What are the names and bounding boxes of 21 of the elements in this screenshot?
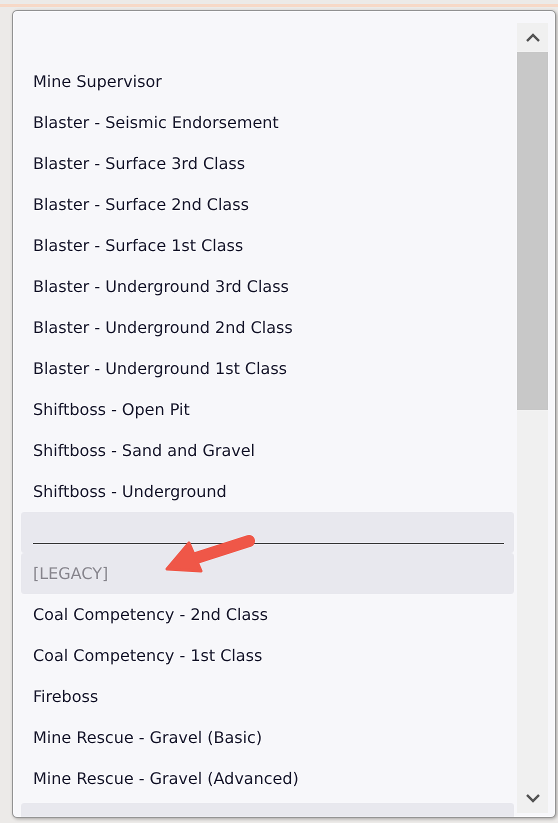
list-item[interactable]: Mine Rescue - Gravel (Advanced) bbox=[21, 758, 514, 799]
list-item[interactable]: Mine Rescue - Gravel (Basic) bbox=[21, 717, 514, 758]
scroll-up-icon[interactable] bbox=[526, 33, 540, 42]
scroll-thumb[interactable] bbox=[517, 52, 548, 410]
list-item[interactable]: Blaster - Underground 3rd Class bbox=[21, 266, 514, 307]
list-item[interactable]: Blaster - Surface 1st Class bbox=[21, 225, 514, 266]
list-item[interactable]: Blaster - Underground 1st Class bbox=[21, 348, 514, 389]
list-item[interactable]: Shiftboss - Open Pit bbox=[21, 389, 514, 430]
list-item[interactable]: Blaster - Underground 2nd Class bbox=[21, 307, 514, 348]
list-item[interactable]: Mine Supervisor bbox=[21, 61, 514, 102]
scroll-down-icon[interactable] bbox=[526, 794, 540, 803]
list-item[interactable]: Blaster - Surface 2nd Class bbox=[21, 184, 514, 225]
list-item[interactable]: Coal Competency - 1st Class bbox=[21, 635, 514, 676]
list-row[interactable] bbox=[21, 803, 514, 817]
list-item[interactable]: Coal Competency - 2nd Class bbox=[21, 594, 514, 635]
list-item[interactable]: Shiftboss - Underground bbox=[21, 471, 514, 512]
list-item[interactable]: Fireboss bbox=[21, 676, 514, 717]
list-item[interactable]: Shiftboss - Sand and Gravel bbox=[21, 430, 514, 471]
list-item[interactable]: Blaster - Seismic Endorsement bbox=[21, 102, 514, 143]
scrollbar[interactable] bbox=[517, 23, 548, 813]
list-item[interactable]: Blaster - Surface 3rd Class bbox=[21, 143, 514, 184]
